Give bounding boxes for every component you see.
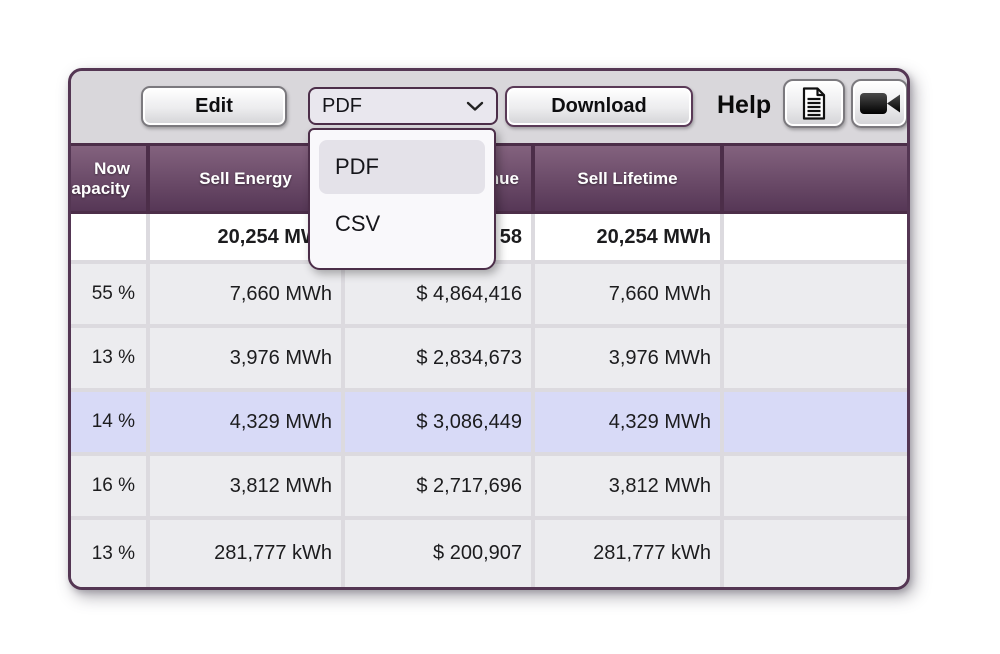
cell-sell-lifetime: 7,660 MWh — [535, 264, 720, 324]
edit-button[interactable]: Edit — [141, 86, 287, 127]
cell-capacity: 13 % — [71, 520, 146, 587]
cell-sell-energy: 281,777 kWh — [150, 520, 341, 587]
help-label: Help — [717, 91, 771, 120]
help-document-button[interactable] — [783, 79, 845, 128]
column-header-sell-lifetime: Sell Lifetime — [535, 146, 720, 211]
cell-extra — [724, 328, 907, 388]
table-row[interactable]: 13 % 3,976 MWh $ 2,834,673 3,976 MWh — [71, 328, 907, 388]
column-header-extra — [724, 146, 907, 211]
cell-sell-energy: 4,329 MWh — [150, 392, 341, 452]
video-camera-icon — [859, 88, 901, 119]
cell-sell-lifetime: 3,812 MWh — [535, 456, 720, 516]
document-icon — [801, 87, 827, 120]
totals-sell-lifetime: 20,254 MWh — [535, 214, 720, 260]
cell-capacity: 13 % — [71, 328, 146, 388]
column-header-now-capacity: Now Capacity — [71, 146, 146, 211]
toolbar: Edit PDF Download Help — [71, 71, 907, 143]
cell-capacity: 14 % — [71, 392, 146, 452]
cell-sell-lifetime: 4,329 MWh — [535, 392, 720, 452]
totals-capacity — [71, 214, 146, 260]
cell-capacity: 55 % — [71, 264, 146, 324]
dropdown-option-pdf[interactable]: PDF — [319, 140, 485, 194]
cell-capacity: 16 % — [71, 456, 146, 516]
cell-sell-energy: 3,976 MWh — [150, 328, 341, 388]
export-format-value: PDF — [322, 95, 362, 118]
dropdown-option-csv[interactable]: CSV — [319, 200, 485, 248]
cell-extra — [724, 520, 907, 587]
cell-sell-energy: 7,660 MWh — [150, 264, 341, 324]
report-popup-window: Edit PDF Download Help — [68, 68, 910, 590]
cell-sell-revenue: $ 4,864,416 — [345, 264, 531, 324]
table-row[interactable]: 55 % 7,660 MWh $ 4,864,416 7,660 MWh — [71, 264, 907, 324]
table-row[interactable]: 16 % 3,812 MWh $ 2,717,696 3,812 MWh — [71, 456, 907, 516]
screenshot-canvas: Edit PDF Download Help — [0, 0, 1000, 654]
table-body: 20,254 MWh 58 20,254 MWh 55 % 7,660 MWh … — [71, 214, 907, 587]
cell-sell-lifetime: 3,976 MWh — [535, 328, 720, 388]
cell-sell-lifetime: 281,777 kWh — [535, 520, 720, 587]
export-format-select[interactable]: PDF — [308, 87, 498, 125]
cell-sell-revenue: $ 3,086,449 — [345, 392, 531, 452]
download-button[interactable]: Download — [505, 86, 693, 127]
cell-extra — [724, 392, 907, 452]
cell-extra — [724, 456, 907, 516]
help-video-button[interactable] — [851, 79, 908, 128]
cell-sell-revenue: $ 2,717,696 — [345, 456, 531, 516]
export-format-dropdown: PDF CSV — [308, 128, 496, 270]
cell-sell-revenue: $ 200,907 — [345, 520, 531, 587]
table-row[interactable]: 13 % 281,777 kWh $ 200,907 281,777 kWh — [71, 520, 907, 587]
cell-extra — [724, 264, 907, 324]
cell-sell-energy: 3,812 MWh — [150, 456, 341, 516]
chevron-down-icon — [466, 101, 484, 112]
cell-sell-revenue: $ 2,834,673 — [345, 328, 531, 388]
table-row-selected[interactable]: 14 % 4,329 MWh $ 3,086,449 4,329 MWh — [71, 392, 907, 452]
totals-extra — [724, 214, 907, 260]
